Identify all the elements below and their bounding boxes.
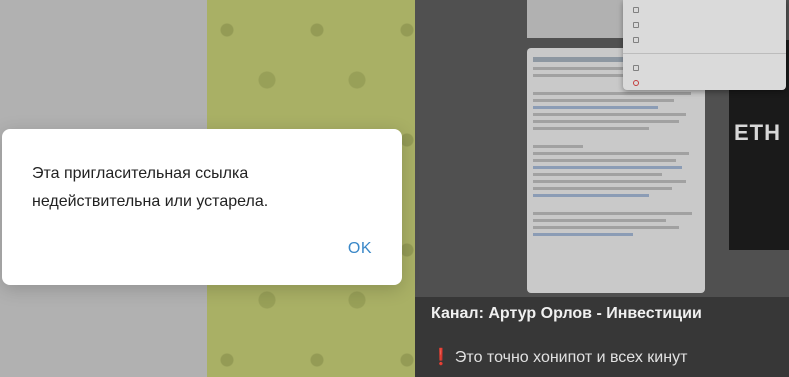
ok-button[interactable]: OK [348, 240, 372, 258]
dialog-message: Эта пригласительная ссылка недействитель… [32, 165, 269, 210]
invite-link-error-dialog: Эта пригласительная ссылка недействитель… [2, 129, 402, 285]
